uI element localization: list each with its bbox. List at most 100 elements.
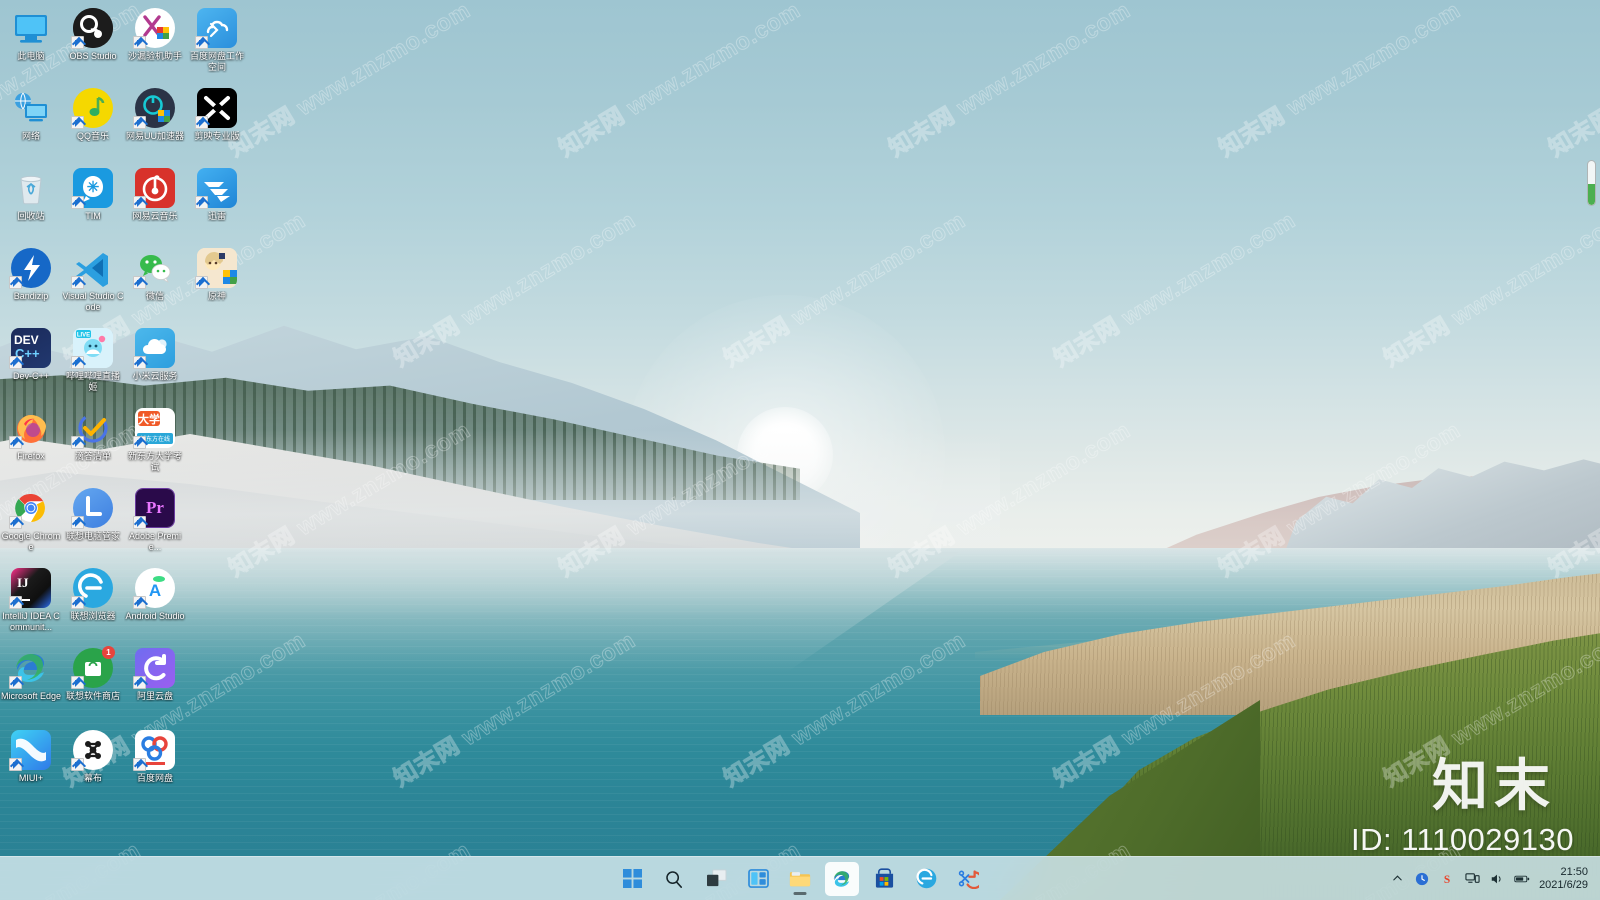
shortcut-arrow-icon	[71, 196, 84, 209]
shortcut-arrow-icon	[9, 596, 22, 609]
watermark-brand: 知末	[1432, 741, 1556, 822]
shortcut-arrow-icon	[133, 436, 146, 449]
desktop-icon-netease-cloud-music[interactable]: 网易云音乐	[124, 168, 186, 222]
jianying-pro-icon	[197, 88, 237, 128]
shortcut-arrow-icon	[133, 36, 146, 49]
volume-level-fill	[1588, 184, 1595, 205]
battery-tray-icon[interactable]	[1514, 871, 1530, 887]
desktop-icon-android-studio[interactable]: A Android Studio	[124, 568, 186, 622]
volume-level-bar[interactable]	[1587, 160, 1596, 206]
desktop-icon-label: Adobe Premie...	[124, 531, 186, 553]
svg-text:✳: ✳	[87, 179, 100, 196]
dev-cpp-icon: DEV C++	[11, 328, 51, 368]
desktop-icon-label: 原神	[186, 291, 248, 302]
this-pc-icon	[11, 8, 51, 48]
desktop-icon-netease-uu-booster[interactable]: 网易UU加速器	[124, 88, 186, 142]
desktop-icon-xiaomi-cloud[interactable]: 小米云服务	[124, 328, 186, 382]
desktop-icon-label: Bandizip	[0, 291, 62, 302]
desktop-icon-lenovo-browser[interactable]: 联想浏览器	[62, 568, 124, 622]
widgets-button[interactable]	[741, 862, 775, 896]
chevron-up-icon[interactable]	[1389, 871, 1405, 887]
search-icon	[664, 869, 684, 889]
desktop-icon-label: QQ音乐	[62, 131, 124, 142]
desktop-icon-miui-plus[interactable]: MIUI+	[0, 730, 62, 784]
taskbar-clock[interactable]: 21:50 2021/6/29	[1539, 866, 1594, 892]
qq-music-icon	[73, 88, 113, 128]
shalou-yanji-icon	[135, 8, 175, 48]
desktop-icon-wechat[interactable]: 微信	[124, 248, 186, 302]
desktop-icon-aliyun-drive[interactable]: 阿里云盘	[124, 648, 186, 702]
desktop-icon-thunder-xunlei[interactable]: 迅雷	[186, 168, 248, 222]
desktop-icon-bandizip[interactable]: Bandizip	[0, 248, 62, 302]
volume-tray-icon[interactable]	[1489, 871, 1505, 887]
lenovo-browser-button[interactable]	[909, 862, 943, 896]
sogou-ime-icon[interactable]: S	[1439, 871, 1455, 887]
desktop-icon-intellij-idea[interactable]: IJ IntelliJ IDEA Communit...	[0, 568, 62, 633]
start-button[interactable]	[615, 862, 649, 896]
shortcut-arrow-icon	[133, 596, 146, 609]
shortcut-arrow-icon	[9, 758, 22, 771]
desktop-icon-baidu-netdisk[interactable]: 百度网盘	[124, 730, 186, 784]
desktop-icon-label: 联想软件商店	[62, 691, 124, 702]
shortcut-arrow-icon	[133, 516, 146, 529]
desktop-icon-label: 滴答清单	[62, 451, 124, 462]
shortcut-arrow-icon	[71, 516, 84, 529]
clock-tray-icon[interactable]	[1414, 871, 1430, 887]
snipping-tool-button[interactable]	[951, 862, 985, 896]
desktop-icon-baidu-netdisk-workspace[interactable]: 百度网盘工作空间	[186, 8, 248, 73]
recycle-bin-icon	[11, 168, 51, 208]
shortcut-arrow-icon	[9, 436, 22, 449]
desktop-icon-mubu[interactable]: 幕布	[62, 730, 124, 784]
desktop-icon-label: 百度网盘工作空间	[186, 51, 248, 73]
desktop-icon-ticktick[interactable]: 滴答清单	[62, 408, 124, 462]
clock-date: 2021/6/29	[1539, 879, 1588, 892]
desktop-icon-label: Firefox	[0, 451, 62, 462]
desktop-icon-bilibili-live[interactable]: LIVE 哔哩哔哩直播姬	[62, 328, 124, 393]
search-button[interactable]	[657, 862, 691, 896]
desktop-icon-network[interactable]: 网络	[0, 88, 62, 142]
shortcut-arrow-icon	[133, 356, 146, 369]
desktop-icon-vscode[interactable]: Visual Studio Code	[62, 248, 124, 313]
netease-cloud-music-icon	[135, 168, 175, 208]
file-explorer-icon	[789, 869, 811, 888]
desktop-icon-label: 阿里云盘	[124, 691, 186, 702]
desktop-icon-xindongfang-daxue[interactable]: 大学 新东方在线新东方大学考试	[124, 408, 186, 473]
desktop-icon-shalou-yanji[interactable]: 沙漏验机助手	[124, 8, 186, 62]
desktop-icon-firefox[interactable]: Firefox	[0, 408, 62, 462]
android-studio-icon: A	[135, 568, 175, 608]
baidu-netdisk-workspace-icon	[197, 8, 237, 48]
shortcut-arrow-icon	[133, 758, 146, 771]
desktop-icon-lenovo-pc-manager[interactable]: 联想电脑管家	[62, 488, 124, 542]
edge-button[interactable]	[825, 862, 859, 896]
task-view-button[interactable]	[699, 862, 733, 896]
desktop-icon-label: Android Studio	[124, 611, 186, 622]
desktop-icon-tim[interactable]: ✳TIM	[62, 168, 124, 222]
desktop-icon-qq-music[interactable]: QQ音乐	[62, 88, 124, 142]
desktop-icon-adobe-premiere[interactable]: PrAdobe Premie...	[124, 488, 186, 553]
desktop-icon-recycle-bin[interactable]: 回收站	[0, 168, 62, 222]
network-tray-icon[interactable]	[1464, 871, 1480, 887]
desktop-icon-obs-studio[interactable]: OBS Studio	[62, 8, 124, 62]
lenovo-browser-icon	[916, 868, 937, 889]
desktop-icon-label: 网络	[0, 131, 62, 142]
desktop-icon-label: 小米云服务	[124, 371, 186, 382]
xiaomi-cloud-icon	[135, 328, 175, 368]
desktop-icon-label: 迅雷	[186, 211, 248, 222]
desktop-icon-this-pc[interactable]: 此电脑	[0, 8, 62, 62]
desktop-icon-lenovo-app-store[interactable]: 1联想软件商店	[62, 648, 124, 702]
desktop-icon-jianying-pro[interactable]: 剪映专业版	[186, 88, 248, 142]
desktop-icon-edge[interactable]: Microsoft Edge	[0, 648, 62, 702]
netease-uu-booster-icon	[135, 88, 175, 128]
desktop-icon-dev-cpp[interactable]: DEV C++Dev-C++	[0, 328, 62, 382]
bilibili-live-icon: LIVE	[73, 328, 113, 368]
desktop-icon-genshin-impact[interactable]: 原神	[186, 248, 248, 302]
microsoft-store-button[interactable]	[867, 862, 901, 896]
watermark-id: ID: 1110029130	[1351, 822, 1574, 858]
desktop-icon-label: 哔哩哔哩直播姬	[62, 371, 124, 393]
file-explorer-button[interactable]	[783, 862, 817, 896]
desktop-icon-chrome[interactable]: Google Chrome	[0, 488, 62, 553]
lenovo-browser-icon	[73, 568, 113, 608]
microsoft-store-icon	[874, 868, 895, 889]
shortcut-arrow-icon	[9, 676, 22, 689]
edge-icon	[11, 648, 51, 688]
